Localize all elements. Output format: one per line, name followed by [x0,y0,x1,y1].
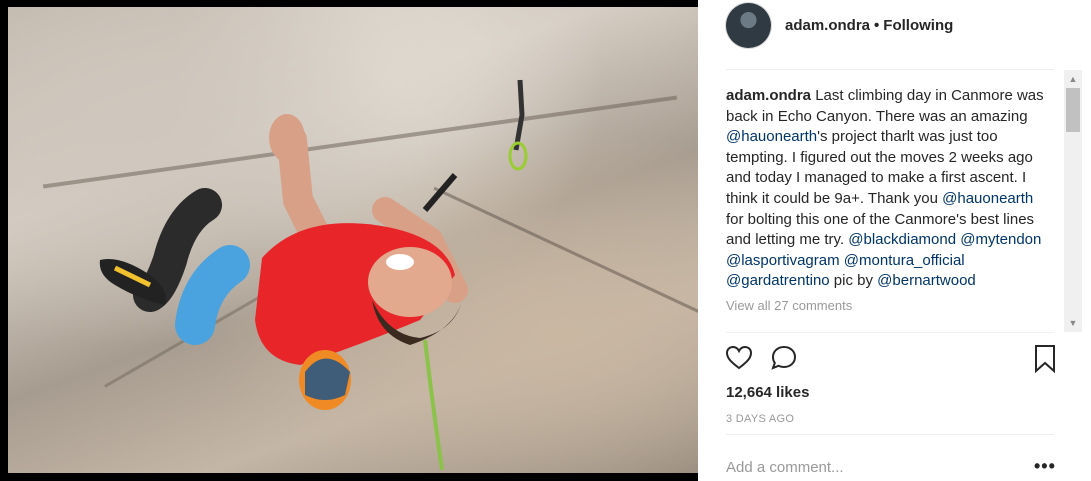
mention-link[interactable]: @hauonearth [726,128,817,145]
scroll-down-icon[interactable]: ▼ [1068,318,1078,328]
caption-text: pic by [829,272,878,290]
post-detail-panel: adam.ondra • Following adam.ondra Last cli… [698,0,1091,481]
mention-link[interactable]: @blackdiamond [848,231,956,248]
scroll-thumb[interactable] [1066,88,1080,132]
comment-bubble-icon[interactable] [770,344,798,372]
caption-scrollbar[interactable]: ▲ ▼ [1064,70,1082,332]
mention-link[interactable]: @mytendon [960,231,1041,248]
caption: adam.ondra Last climbing day in Canmore … [726,86,1046,332]
mention-link[interactable]: @bernartwood [877,272,976,289]
following-button[interactable]: Following [883,17,953,34]
mention-link[interactable]: @hauonearth [942,190,1033,207]
more-options-icon[interactable]: ••• [1034,456,1056,477]
actions-divider [726,332,1054,333]
mention-link[interactable]: @lasportivagram [726,252,840,269]
avatar[interactable] [726,3,771,48]
climber-illustration [99,79,528,471]
post-photo[interactable] [0,0,698,481]
mention-link[interactable]: @montura_official [844,252,965,269]
heart-icon[interactable] [725,344,753,372]
comment-divider [726,434,1054,435]
separator-dot: • [874,17,880,34]
header-divider [726,69,1054,70]
post-header: adam.ondra • Following [785,17,953,34]
bookmark-icon[interactable] [1032,344,1058,374]
post-timestamp[interactable]: 3 DAYS AGO [726,413,794,425]
view-all-comments-link[interactable]: View all 27 comments [726,296,1046,317]
likes-count[interactable]: 12,664 likes [726,384,809,401]
username-link[interactable]: adam.ondra [785,17,870,34]
mention-link[interactable]: @gardatrentino [726,272,830,289]
scroll-up-icon[interactable]: ▲ [1068,74,1078,84]
add-comment-input[interactable]: Add a comment... [726,459,844,476]
caption-author-link[interactable]: adam.ondra [726,87,811,104]
